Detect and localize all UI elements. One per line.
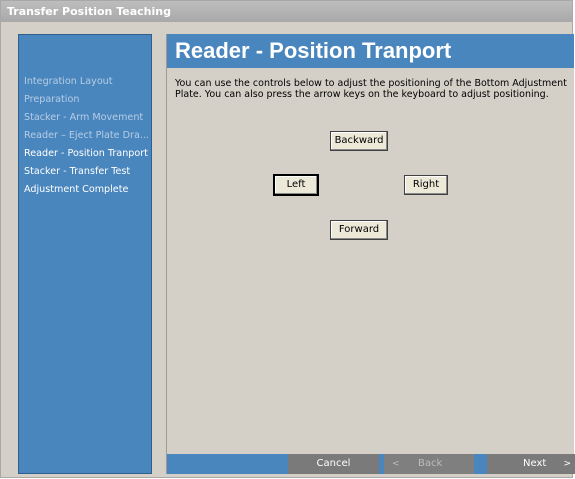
step-adjustment-complete[interactable]: Adjustment Complete — [24, 181, 149, 199]
back-button[interactable]: < Back — [384, 454, 474, 474]
cancel-button[interactable]: Cancel — [288, 454, 379, 474]
step-reader-position-transport[interactable]: Reader - Position Tranport — [24, 145, 149, 163]
steps-list: Integration Layout Preparation Stacker -… — [24, 73, 149, 199]
step-stacker-transfer-test[interactable]: Stacker - Transfer Test — [24, 163, 149, 181]
backward-button[interactable]: Backward — [330, 131, 388, 151]
back-arrow-icon: < — [392, 459, 400, 469]
step-preparation[interactable]: Preparation — [24, 91, 149, 109]
next-label: Next — [523, 458, 547, 469]
wizard-window: Transfer Position Teaching Integration L… — [0, 0, 575, 478]
page-title: Reader - Position Tranport — [167, 34, 574, 68]
back-label: Back — [418, 458, 443, 469]
main-panel: Reader - Position Tranport You can use t… — [166, 34, 575, 474]
next-arrow-icon: > — [563, 459, 571, 469]
instructions-text: You can use the controls below to adjust… — [175, 78, 567, 100]
footer-bar: Cancel < Back Next > — [167, 454, 575, 474]
right-button[interactable]: Right — [404, 175, 448, 195]
window-title: Transfer Position Teaching — [1, 1, 572, 22]
step-integration-layout[interactable]: Integration Layout — [24, 73, 149, 91]
step-reader-eject-plate[interactable]: Reader – Eject Plate Dra... — [24, 127, 149, 145]
cancel-label: Cancel — [316, 458, 351, 469]
steps-sidebar: Integration Layout Preparation Stacker -… — [18, 34, 152, 474]
next-button[interactable]: Next > — [487, 454, 575, 474]
left-button[interactable]: Left — [274, 175, 318, 195]
forward-button[interactable]: Forward — [330, 220, 388, 240]
step-stacker-arm-movement[interactable]: Stacker - Arm Movement — [24, 109, 149, 127]
